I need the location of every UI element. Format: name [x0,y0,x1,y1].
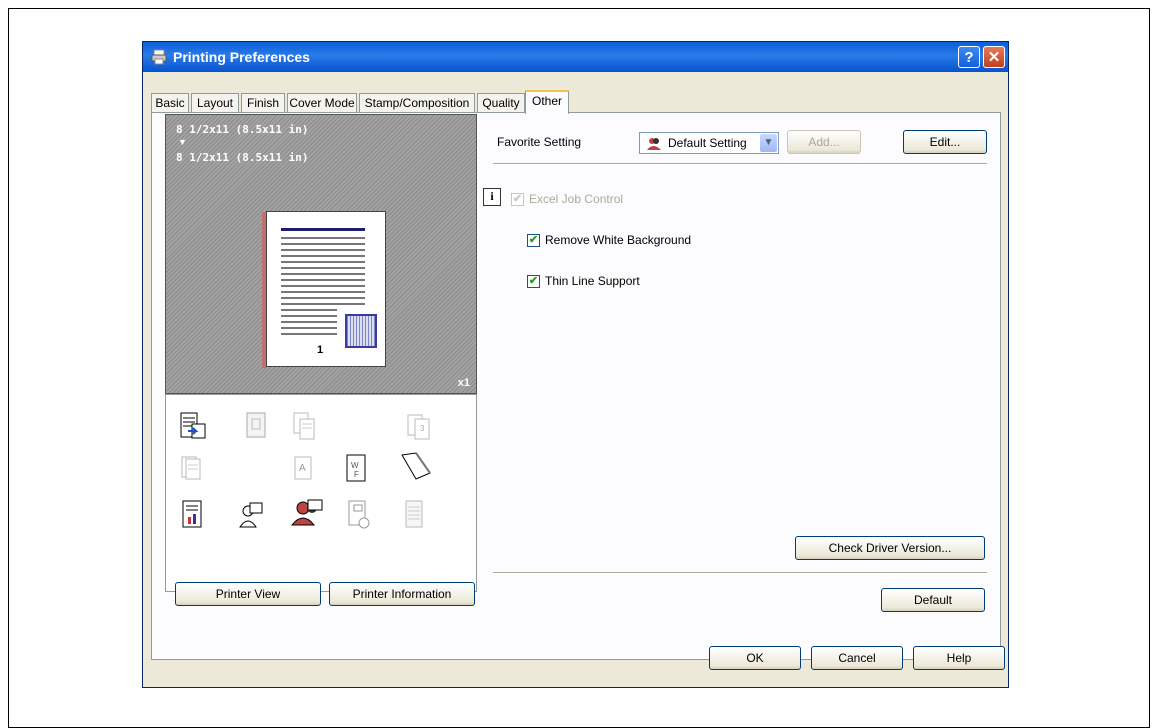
remove-white-background-checkbox[interactable]: ✔ [527,234,540,247]
help-button[interactable]: Help [913,646,1005,670]
print-preview: 8 1/2x11 (8.5x11 in) ▼ 8 1/2x11 (8.5x11 … [165,114,477,394]
tab-layout[interactable]: Layout [191,93,239,113]
remove-white-background-label: Remove White Background [545,233,692,247]
excel-job-control-checkbox[interactable]: ✔ [511,193,524,206]
printer-information-button[interactable]: Printer Information [329,582,475,606]
stack-pages-icon [181,456,201,480]
tab-other[interactable]: Other [525,90,569,114]
text-stamp-icon: A [294,456,312,480]
tab-quality[interactable]: Quality [477,93,525,113]
paper-size-original: 8 1/2x11 (8.5x11 in) [176,123,309,136]
svg-text:W: W [351,461,359,470]
chevron-down-icon[interactable]: ▼ [760,134,777,152]
stamp-overlay [345,314,377,348]
svg-text:3: 3 [420,424,425,433]
divider [493,163,987,165]
page-number: 1 [317,344,324,356]
tab-cover-mode[interactable]: Cover Mode [287,93,357,113]
thin-line-support-checkbox[interactable]: ✔ [527,275,540,288]
favorite-setting-label: Favorite Setting [497,135,582,149]
copy-pages-icon [293,412,315,440]
add-button[interactable]: Add... [787,130,861,154]
page-preview: 1 [262,211,386,368]
window-title: Printing Preferences [173,49,310,65]
watermark-icon: W F [346,454,366,482]
tab-basic[interactable]: Basic [151,93,189,113]
page-order-icon: 3 [407,414,430,440]
printing-preferences-dialog: Printing Preferences ? ✕ Basic Layout Fi… [142,41,1009,688]
svg-text:F: F [354,470,359,479]
arrow-down-icon: ▼ [178,137,187,147]
divider [493,572,987,574]
title-bar[interactable]: Printing Preferences ? ✕ [143,42,1008,72]
default-button[interactable]: Default [881,588,985,612]
output-method-icon [180,412,206,439]
n-up-icon [246,412,266,438]
binding-edge [262,212,266,368]
account-track-icon [290,499,323,526]
secure-print-icon [348,500,370,529]
tab-finish[interactable]: Finish [241,93,285,113]
close-button[interactable]: ✕ [983,46,1005,68]
quality-report-icon [182,500,202,528]
users-icon [647,138,661,150]
check-driver-version-button[interactable]: Check Driver Version... [795,536,985,560]
user-settings-icon [239,502,263,528]
edit-button[interactable]: Edit... [903,130,987,154]
svg-text:A: A [299,463,306,474]
thin-line-support-label: Thin Line Support [545,274,640,288]
printer-view-button[interactable]: Printer View [175,582,321,606]
paper-size-output: 8 1/2x11 (8.5x11 in) [176,151,309,164]
cancel-button[interactable]: Cancel [811,646,903,670]
tab-stamp-composition[interactable]: Stamp/Composition [359,93,475,113]
booklet-icon [401,452,431,480]
function-icon-grid: 3 A W F [165,394,477,592]
info-icon[interactable]: i [483,188,501,206]
favorite-setting-dropdown[interactable]: Default Setting ▼ [639,132,779,154]
copies-indicator: x1 [457,377,470,389]
help-title-button[interactable]: ? [958,46,980,68]
excel-job-control-label: Excel Job Control [529,192,624,206]
favorite-setting-value: Default Setting [668,136,747,150]
ok-button[interactable]: OK [709,646,801,670]
paper-tray-icon [405,500,423,528]
printer-icon [151,49,167,65]
